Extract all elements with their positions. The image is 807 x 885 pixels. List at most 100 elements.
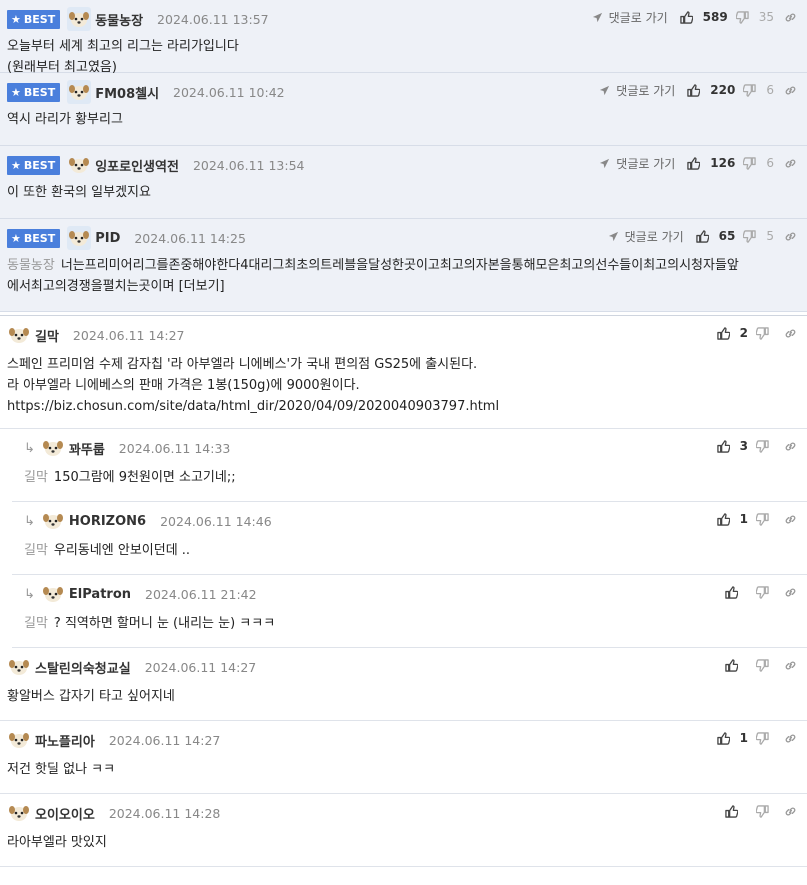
link-icon[interactable] <box>784 586 797 599</box>
comment-text: 우리동네엔 안보이던데 .. <box>53 543 191 558</box>
thumbs-up-icon <box>687 156 705 170</box>
go-to-reply-button[interactable]: 댓글로 가기 <box>592 9 668 26</box>
downvote-button[interactable] <box>756 439 774 453</box>
downvote-button[interactable] <box>756 326 774 340</box>
comment: 길막 2024.06.11 14:27 2 스페인 프리미엄 수제 감자칩 '라 아부… <box>0 316 807 429</box>
nickname[interactable]: 동물농장 <box>95 10 143 29</box>
comment-line: 역시 라리가 황부리그 <box>7 109 797 130</box>
upvote-button[interactable] <box>725 804 748 818</box>
comment-header: ↳ 꽈뚜룹 2024.06.11 14:33 <box>24 437 230 459</box>
link-icon[interactable] <box>784 513 797 526</box>
thumbs-down-icon <box>743 83 761 97</box>
timestamp: 2024.06.11 13:54 <box>192 157 305 173</box>
avatar[interactable] <box>7 323 35 347</box>
link-icon[interactable] <box>784 732 797 745</box>
reply-comment: ↳ ElPatron 2024.06.11 21:42 길막 ? 직역하면 할머니 눈 … <box>12 575 807 648</box>
upvote-button[interactable]: 3 <box>716 439 748 453</box>
avatar[interactable] <box>41 509 69 533</box>
thumbs-up-icon <box>725 658 743 672</box>
comment-body: 오늘부터 세계 최고의 리그는 라리가입니다 (원래부터 최고였음) <box>7 36 797 78</box>
comment-actions: 댓글로 가기 126 6 <box>599 154 797 172</box>
best-comment: ★ BEST PID 2024.06.11 14:25 댓글로 가기 65 5 동물농장 너는프… <box>0 219 807 312</box>
downvote-button[interactable] <box>756 658 774 672</box>
downvote-button[interactable]: 6 <box>743 83 774 97</box>
comment-body: 황알버스 갑자기 타고 싶어지네 <box>7 686 797 707</box>
downvote-button[interactable]: 5 <box>743 229 774 243</box>
link-icon[interactable] <box>784 327 797 340</box>
comment-text[interactable]: https://biz.chosun.com/site/data/html_di… <box>7 399 499 414</box>
go-to-reply-button[interactable]: 댓글로 가기 <box>599 155 675 172</box>
upvote-button[interactable]: 65 <box>695 229 735 243</box>
upvote-count: 220 <box>710 83 736 97</box>
comment-line: 황알버스 갑자기 타고 싶어지네 <box>7 686 797 707</box>
reply-comment: ↳ 꽈뚜룹 2024.06.11 14:33 3 길막 150그람에 9천원이면 소고기네… <box>12 429 807 502</box>
upvote-button[interactable]: 1 <box>716 512 748 526</box>
upvote-button[interactable]: 220 <box>687 83 735 97</box>
best-label: BEST <box>23 12 56 26</box>
comment-line: 저건 핫딜 없나 ㅋㅋ <box>7 759 797 780</box>
upvote-button[interactable]: 126 <box>687 156 735 170</box>
downvote-button[interactable] <box>756 512 774 526</box>
nickname[interactable]: 오이오이오 <box>35 804 95 823</box>
avatar[interactable] <box>7 655 35 679</box>
timestamp: 2024.06.11 14:27 <box>72 327 185 343</box>
best-comment: ★ BEST 동물농장 2024.06.11 13:57 댓글로 가기 589 35 오늘부터… <box>0 0 807 75</box>
comment-text: 황알버스 갑자기 타고 싶어지네 <box>7 689 175 704</box>
thumbs-up-icon <box>687 83 705 97</box>
upvote-button[interactable]: 2 <box>716 326 748 340</box>
avatar[interactable] <box>67 226 95 250</box>
comment: 스탈린의숙청교실 2024.06.11 14:27 황알버스 갑자기 타고 싶어지네 <box>0 648 807 721</box>
link-icon[interactable] <box>784 11 797 24</box>
upvote-button[interactable]: 589 <box>679 10 728 24</box>
send-icon <box>599 85 613 96</box>
best-badge: ★ BEST <box>7 228 61 248</box>
go-to-reply-button[interactable]: 댓글로 가기 <box>599 82 675 99</box>
avatar[interactable] <box>67 80 95 104</box>
link-icon[interactable] <box>784 84 797 97</box>
comment-line: 에서최고의경쟁을펼치는곳이며 [더보기] <box>7 276 797 297</box>
nickname[interactable]: HORIZON6 <box>69 514 146 529</box>
avatar[interactable] <box>41 582 69 606</box>
nickname[interactable]: ElPatron <box>69 587 131 602</box>
avatar[interactable] <box>7 801 35 825</box>
star-icon: ★ <box>11 231 21 245</box>
reply-label: 댓글로 가기 <box>616 156 676 171</box>
thumbs-up-icon <box>725 804 743 818</box>
downvote-button[interactable]: 35 <box>735 10 774 24</box>
link-icon[interactable] <box>784 659 797 672</box>
link-icon[interactable] <box>784 440 797 453</box>
comment-list: ★ BEST 동물농장 2024.06.11 13:57 댓글로 가기 589 35 오늘부터… <box>0 0 807 867</box>
upvote-button[interactable] <box>725 658 748 672</box>
downvote-count: 6 <box>766 83 774 97</box>
nickname[interactable]: PID <box>95 231 120 246</box>
downvote-button[interactable] <box>756 804 774 818</box>
link-icon[interactable] <box>784 230 797 243</box>
comment-line: https://biz.chosun.com/site/data/html_di… <box>7 396 797 417</box>
avatar[interactable] <box>67 7 95 31</box>
upvote-button[interactable] <box>725 585 748 599</box>
go-to-reply-button[interactable]: 댓글로 가기 <box>608 228 684 245</box>
comment-actions: 댓글로 가기 589 35 <box>592 8 797 26</box>
downvote-button[interactable] <box>756 731 774 745</box>
avatar[interactable] <box>7 728 35 752</box>
reply-arrow-icon: ↳ <box>24 586 35 602</box>
link-icon[interactable] <box>784 805 797 818</box>
upvote-button[interactable]: 1 <box>716 731 748 745</box>
comment-body: 이 또한 환국의 일부겠지요 <box>7 182 797 203</box>
avatar[interactable] <box>41 436 69 460</box>
link-icon[interactable] <box>784 157 797 170</box>
nickname[interactable]: 스탈린의숙청교실 <box>35 658 131 677</box>
avatar[interactable] <box>67 153 95 177</box>
downvote-button[interactable]: 6 <box>743 156 774 170</box>
nickname[interactable]: 파노플리아 <box>35 731 95 750</box>
comment-text: 저건 핫딜 없나 ㅋㅋ <box>7 762 116 777</box>
downvote-button[interactable] <box>756 585 774 599</box>
best-comment: ★ BEST FM08첼시 2024.06.11 10:42 댓글로 가기 220 6 역시 … <box>0 73 807 146</box>
nickname[interactable]: 길막 <box>35 326 59 345</box>
nickname[interactable]: 잉포로인생역전 <box>95 156 179 175</box>
nickname[interactable]: 꽈뚜룹 <box>69 439 105 458</box>
comment-header: ★ BEST 잉포로인생역전 2024.06.11 13:54 <box>7 154 305 176</box>
upvote-count: 3 <box>739 439 748 453</box>
nickname[interactable]: FM08첼시 <box>95 83 159 102</box>
comment-header: 길막 2024.06.11 14:27 <box>7 324 185 346</box>
